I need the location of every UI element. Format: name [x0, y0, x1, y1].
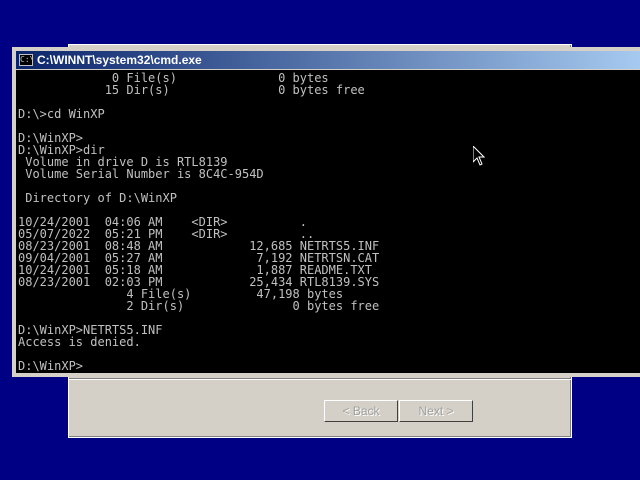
wizard-footer-separator — [69, 378, 571, 380]
window-titlebar[interactable]: C:\ C:\WINNT\system32\cmd.exe — [16, 51, 640, 69]
cmd-icon: C:\ — [19, 54, 33, 66]
window-title: C:\WINNT\system32\cmd.exe — [37, 53, 202, 67]
console-text: 0 File(s) 0 bytes 15 Dir(s) 0 bytes free… — [18, 71, 380, 373]
command-prompt-window[interactable]: C:\ C:\WINNT\system32\cmd.exe 0 File(s) … — [12, 47, 640, 377]
next-button[interactable]: Next > — [399, 400, 473, 422]
console-output[interactable]: 0 File(s) 0 bytes 15 Dir(s) 0 bytes free… — [16, 70, 640, 373]
back-button[interactable]: < Back — [324, 400, 398, 422]
